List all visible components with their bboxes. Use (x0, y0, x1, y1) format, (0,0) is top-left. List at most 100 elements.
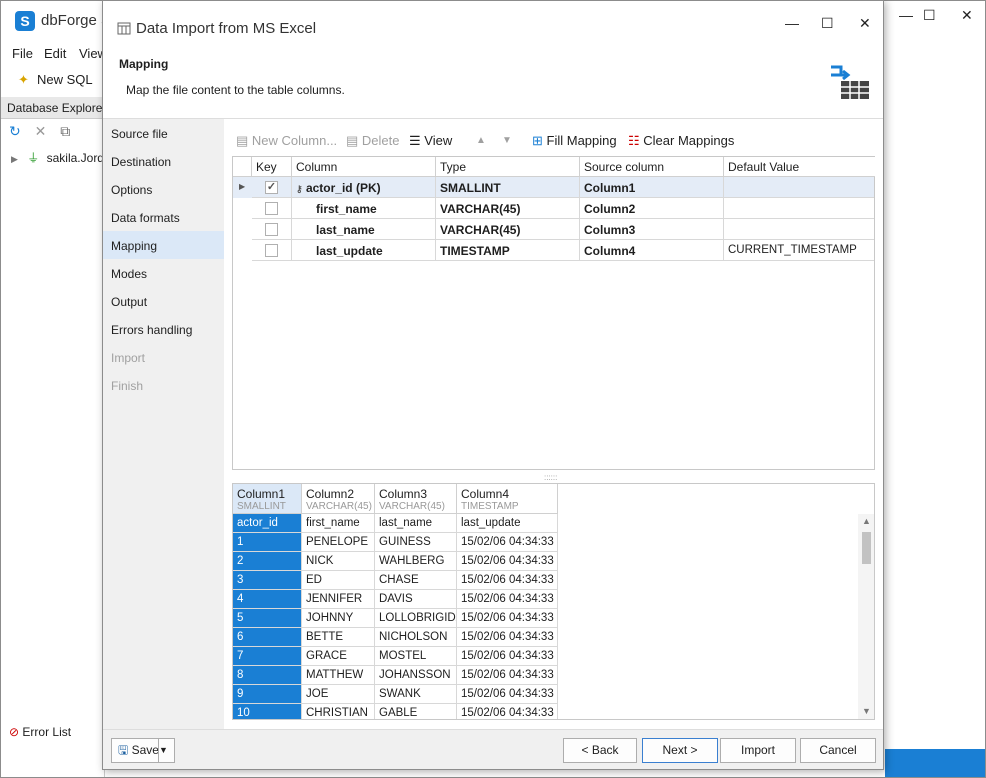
preview-cell[interactable]: MATTHEW (302, 666, 375, 685)
type-cell[interactable]: SMALLINT (436, 177, 580, 198)
preview-cell[interactable]: 15/02/06 04:34:33 (457, 666, 558, 685)
preview-cell[interactable]: 8 (233, 666, 302, 685)
preview-scrollbar[interactable]: ▲ ▼ (858, 514, 874, 719)
preview-cell[interactable]: 15/02/06 04:34:33 (457, 609, 558, 628)
preview-cell[interactable]: 1 (233, 533, 302, 552)
preview-cell[interactable]: 15/02/06 04:34:33 (457, 628, 558, 647)
preview-cell[interactable]: actor_id (233, 514, 302, 533)
preview-cell[interactable]: MOSTEL (375, 647, 457, 666)
scroll-down-icon[interactable]: ▼ (862, 706, 871, 716)
source-cell[interactable]: Column4 (580, 240, 724, 261)
preview-cell[interactable]: GRACE (302, 647, 375, 666)
cancel-button[interactable]: Cancel (800, 738, 876, 763)
header-key[interactable]: Key (252, 157, 292, 177)
source-cell[interactable]: Column3 (580, 219, 724, 240)
step-options[interactable]: Options (103, 175, 224, 203)
key-checkbox[interactable] (265, 244, 278, 257)
header-type[interactable]: Type (436, 157, 580, 177)
preview-cell[interactable]: NICK (302, 552, 375, 571)
preview-cell[interactable]: 15/02/06 04:34:33 (457, 533, 558, 552)
error-list-tab[interactable]: ⊘ Error List (9, 725, 71, 739)
delete-connection-icon[interactable]: ✕ (35, 123, 47, 139)
table-row[interactable]: first_name VARCHAR(45) Column2 (233, 198, 874, 219)
preview-header-column4[interactable]: Column4 TIMESTAMP (457, 484, 558, 514)
tree-expand-icon[interactable]: ▶ (11, 154, 18, 164)
preview-cell[interactable]: JOHANSSON (375, 666, 457, 685)
save-button[interactable]: 🖫 Save ▼ (111, 738, 175, 763)
fill-mapping-button[interactable]: ⊞ Fill Mapping (532, 133, 617, 149)
column-cell[interactable]: last_name (292, 219, 436, 240)
next-button[interactable]: Next > (642, 738, 718, 763)
type-cell[interactable]: TIMESTAMP (436, 240, 580, 261)
preview-cell[interactable]: NICHOLSON (375, 628, 457, 647)
preview-cell[interactable]: 3 (233, 571, 302, 590)
type-cell[interactable]: VARCHAR(45) (436, 198, 580, 219)
preview-cell[interactable]: WAHLBERG (375, 552, 457, 571)
column-cell[interactable]: last_update (292, 240, 436, 261)
preview-header-column2[interactable]: Column2 VARCHAR(45) (302, 484, 375, 514)
back-button[interactable]: < Back (563, 738, 637, 763)
key-checkbox[interactable] (265, 202, 278, 215)
preview-cell[interactable]: 9 (233, 685, 302, 704)
main-maximize-icon[interactable]: ☐ (923, 7, 936, 24)
preview-cell[interactable]: 10 (233, 704, 302, 719)
dialog-maximize-icon[interactable]: ☐ (821, 15, 834, 32)
preview-cell[interactable]: first_name (302, 514, 375, 533)
table-row[interactable]: last_name VARCHAR(45) Column3 (233, 219, 874, 240)
step-modes[interactable]: Modes (103, 259, 224, 287)
menu-file[interactable]: File (12, 46, 33, 61)
preview-cell[interactable]: 6 (233, 628, 302, 647)
preview-cell[interactable]: SWANK (375, 685, 457, 704)
preview-cell[interactable]: PENELOPE (302, 533, 375, 552)
table-row[interactable]: last_update TIMESTAMP Column4 CURRENT_TI… (233, 240, 874, 261)
default-cell[interactable] (724, 177, 874, 198)
default-cell[interactable] (724, 198, 874, 219)
default-cell[interactable]: CURRENT_TIMESTAMP (724, 240, 874, 261)
preview-header-column1[interactable]: Column1 SMALLINT (233, 484, 302, 514)
preview-cell[interactable]: CHASE (375, 571, 457, 590)
default-cell[interactable] (724, 219, 874, 240)
preview-cell[interactable]: 15/02/06 04:34:33 (457, 571, 558, 590)
scroll-up-icon[interactable]: ▲ (862, 516, 871, 526)
preview-header-column3[interactable]: Column3 VARCHAR(45) (375, 484, 457, 514)
column-cell[interactable]: ⚷ actor_id (PK) (292, 177, 436, 198)
import-button[interactable]: Import (720, 738, 796, 763)
dialog-minimize-icon[interactable]: — (785, 15, 799, 31)
key-checkbox[interactable]: ✓ (265, 181, 278, 194)
main-close-icon[interactable]: ✕ (961, 7, 973, 24)
scroll-thumb[interactable] (862, 532, 871, 564)
preview-cell[interactable]: last_update (457, 514, 558, 533)
preview-cell[interactable]: CHRISTIAN (302, 704, 375, 719)
step-data-formats[interactable]: Data formats (103, 203, 224, 231)
source-cell[interactable]: Column1 (580, 177, 724, 198)
grid-splitter-handle[interactable]: :::::: (544, 473, 557, 482)
type-cell[interactable]: VARCHAR(45) (436, 219, 580, 240)
refresh-icon[interactable]: ↻ (9, 123, 21, 139)
new-sql-button[interactable]: New SQL (37, 72, 93, 87)
header-source-column[interactable]: Source column (580, 157, 724, 177)
dialog-close-icon[interactable]: ✕ (859, 15, 871, 32)
preview-cell[interactable]: BETTE (302, 628, 375, 647)
preview-cell[interactable]: 4 (233, 590, 302, 609)
step-output[interactable]: Output (103, 287, 224, 315)
step-destination[interactable]: Destination (103, 147, 224, 175)
preview-cell[interactable]: JOE (302, 685, 375, 704)
key-checkbox[interactable] (265, 223, 278, 236)
save-dropdown-icon[interactable]: ▼ (158, 739, 174, 762)
column-cell[interactable]: first_name (292, 198, 436, 219)
main-minimize-icon[interactable]: — (899, 7, 913, 23)
preview-cell[interactable]: ED (302, 571, 375, 590)
preview-cell[interactable]: 15/02/06 04:34:33 (457, 647, 558, 666)
preview-cell[interactable]: JENNIFER (302, 590, 375, 609)
table-row[interactable]: ▶ ✓ ⚷ actor_id (PK) SMALLINT Column1 (233, 177, 874, 198)
header-column[interactable]: Column (292, 157, 436, 177)
step-mapping[interactable]: Mapping (103, 231, 224, 259)
preview-cell[interactable]: last_name (375, 514, 457, 533)
step-source-file[interactable]: Source file (103, 119, 224, 147)
preview-cell[interactable]: 15/02/06 04:34:33 (457, 685, 558, 704)
step-errors-handling[interactable]: Errors handling (103, 315, 224, 343)
preview-cell[interactable]: 5 (233, 609, 302, 628)
preview-cell[interactable]: 7 (233, 647, 302, 666)
view-button[interactable]: ☰ View (409, 133, 452, 149)
clear-mappings-button[interactable]: ☷ Clear Mappings (628, 133, 734, 149)
